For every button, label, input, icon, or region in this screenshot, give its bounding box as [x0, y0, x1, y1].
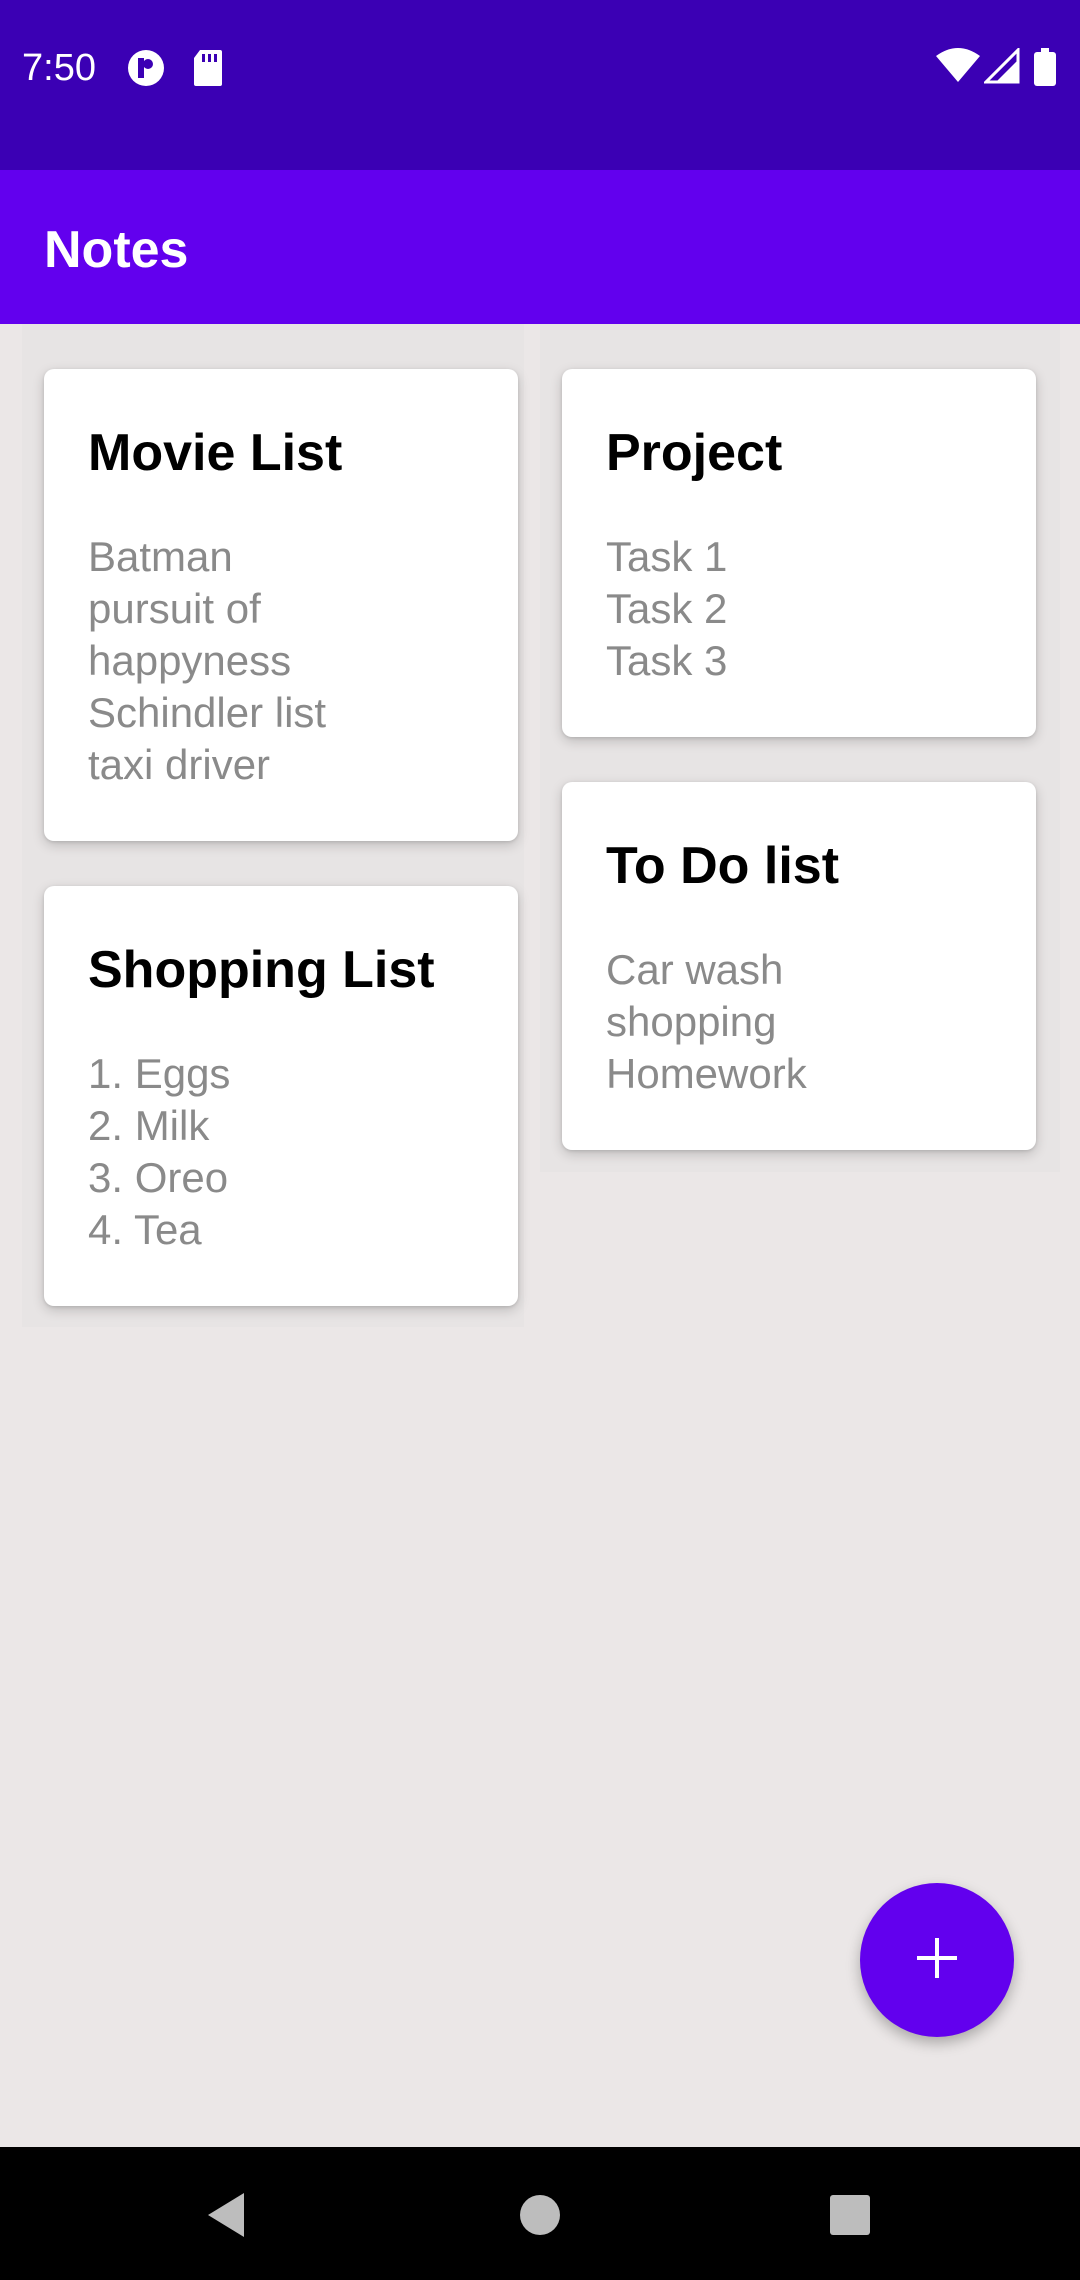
home-button[interactable]	[500, 2177, 580, 2257]
system-nav-bar	[0, 2147, 1080, 2280]
note-title: Project	[606, 424, 783, 482]
note-card[interactable]: Shopping List 1. Eggs 2. Milk 3. Oreo 4.…	[44, 886, 518, 1306]
note-line: Schindler list	[88, 689, 327, 736]
note-line: pursuit of	[88, 585, 261, 632]
note-line: happyness	[88, 637, 292, 684]
note-line: Task 1	[606, 533, 728, 580]
sd-card-icon	[192, 48, 224, 93]
add-note-button[interactable]	[860, 1883, 1014, 2037]
plus-icon	[915, 1936, 959, 1985]
note-line: 1. Eggs	[88, 1050, 231, 1097]
note-body: Task 1 Task 2 Task 3	[606, 531, 992, 687]
wifi-icon	[936, 48, 980, 89]
note-title: To Do list	[606, 837, 840, 895]
app-bar: Notes	[0, 170, 1080, 324]
notes-grid: Movie List Batman pursuit of happyness S…	[0, 324, 1080, 2147]
note-card[interactable]: To Do list Car wash shopping Homework	[562, 782, 1036, 1150]
note-line: Batman	[88, 533, 233, 580]
app-notification-icon	[126, 48, 166, 93]
note-line: Car wash	[606, 946, 784, 993]
note-line: Task 3	[606, 637, 728, 684]
status-bar: 7:50	[0, 0, 1080, 170]
note-line: 2. Milk	[88, 1102, 210, 1149]
note-line: taxi driver	[88, 741, 271, 788]
note-card[interactable]: Movie List Batman pursuit of happyness S…	[44, 369, 518, 841]
note-line: 4. Tea	[88, 1206, 202, 1253]
note-body: Batman pursuit of happyness Schindler li…	[88, 531, 474, 791]
note-line: Task 2	[606, 585, 728, 632]
note-body: Car wash shopping Homework	[606, 944, 992, 1100]
home-icon	[518, 2193, 562, 2242]
note-card[interactable]: Project Task 1 Task 2 Task 3	[562, 369, 1036, 737]
status-time: 7:50	[22, 47, 96, 89]
note-line: 3. Oreo	[88, 1154, 229, 1201]
note-title: Movie List	[88, 424, 343, 482]
recents-button[interactable]	[810, 2177, 890, 2257]
back-icon	[204, 2191, 248, 2244]
note-body: 1. Eggs 2. Milk 3. Oreo 4. Tea	[88, 1048, 474, 1256]
note-line: shopping	[606, 998, 777, 1045]
note-title: Shopping List	[88, 941, 435, 999]
battery-icon	[1034, 48, 1056, 91]
recents-icon	[828, 2193, 872, 2242]
note-line: Homework	[606, 1050, 807, 1097]
cell-signal-icon	[982, 46, 1020, 89]
back-button[interactable]	[186, 2177, 266, 2257]
app-title: Notes	[44, 221, 189, 279]
